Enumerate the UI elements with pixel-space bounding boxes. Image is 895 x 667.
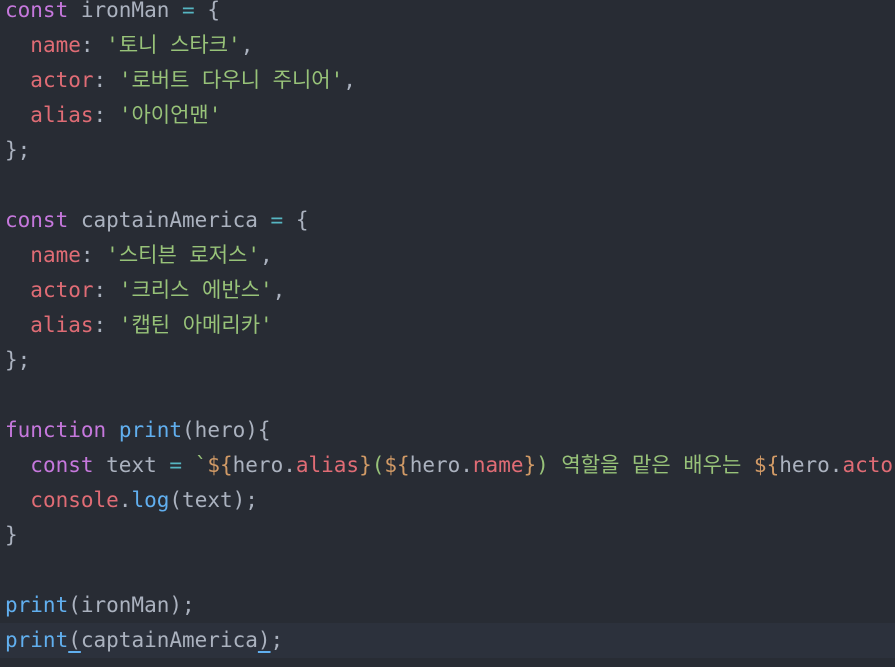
code-line-11[interactable]: }; [0,343,895,378]
dot: . [118,488,132,512]
template-var: hero. [232,453,296,477]
template-string: ) 역할을 맡은 배우는 [536,453,754,477]
code-line-8[interactable]: name: '스티븐 로저스', [0,238,895,273]
string-literal: '캡틴 아메리카' [118,313,273,337]
string-literal: '토니 스타크' [106,33,241,57]
string-literal: '로버트 다우니 주니어' [118,68,344,92]
code-line-4[interactable]: alias: '아이언맨' [0,98,895,133]
identifier: text [93,453,170,477]
colon: : [93,103,119,127]
code-line-13[interactable]: function print(hero){ [0,413,895,448]
operator: = [182,0,195,22]
code-line-16[interactable]: } [0,518,895,553]
template-backtick: ` [194,453,208,477]
colon: : [80,243,107,267]
keyword-const: const [5,0,69,22]
code-line-1[interactable]: const ironMan = { [0,0,895,28]
keyword-function: function [5,418,107,442]
code-line-15[interactable]: console.log(text); [0,483,895,518]
colon: : [93,313,119,337]
template-close: } [523,453,537,477]
bracket-match-open: ( [68,628,81,652]
code-line-3[interactable]: actor: '로버트 다우니 주니어', [0,63,895,98]
code-line-18[interactable]: print(ironMan); [0,588,895,623]
template-prop: actor [842,453,895,477]
punctuation: { [283,208,309,232]
identifier: ironMan [68,0,183,22]
call-arg: captainAmerica [80,628,258,652]
code-line-2[interactable]: name: '토니 스타크', [0,28,895,63]
template-var: hero. [779,453,843,477]
punctuation: { [194,0,220,22]
params: (hero){ [182,418,271,442]
closing-brace: } [5,523,18,547]
template-prop: name [472,453,524,477]
property-key: alias [30,313,94,337]
call-args: (text); [169,488,258,512]
string-literal: '스티븐 로저스' [106,243,261,267]
bracket-match-close: ) [257,628,271,652]
comma: , [272,278,286,302]
property-key: actor [30,68,94,92]
function-call: print [5,593,69,617]
closing-brace: }; [5,348,31,372]
template-close: } [359,453,372,477]
identifier: captainAmerica [68,208,271,232]
object-name: console [30,488,119,512]
template-open: ${ [384,453,410,477]
comma: , [343,68,356,92]
function-name: print [118,418,183,442]
code-line-14[interactable]: const text = `${hero.alias}(${hero.name}… [0,448,895,483]
template-prop: alias [295,453,360,477]
closing-brace: }; [5,138,31,162]
template-open: ${ [753,453,780,477]
property-key: alias [30,103,94,127]
code-line-10[interactable]: alias: '캡틴 아메리카' [0,308,895,343]
code-line-7[interactable]: const captainAmerica = { [0,203,895,238]
string-literal: '아이언맨' [118,103,222,127]
property-key: actor [30,278,94,302]
code-editor[interactable]: const ironMan = { name: '토니 스타크', actor:… [0,0,895,667]
keyword-const: const [30,453,94,477]
function-call: print [5,628,69,652]
code-line-9[interactable]: actor: '크리스 에반스', [0,273,895,308]
operator: = [270,208,284,232]
property-key: name [30,243,81,267]
template-open: ${ [207,453,233,477]
colon: : [93,68,119,92]
keyword-const: const [5,208,69,232]
operator: = [169,453,183,477]
template-string: ( [371,453,385,477]
colon: : [93,278,119,302]
call-args: (ironMan); [68,593,195,617]
colon: : [80,33,107,57]
template-var: hero. [409,453,473,477]
comma: , [260,243,273,267]
code-line-5[interactable]: }; [0,133,895,168]
property-key: name [30,33,81,57]
semicolon: ; [270,628,284,652]
method-name: log [131,488,170,512]
code-line-19-active[interactable]: print(captainAmerica); [0,623,895,658]
comma: , [240,33,254,57]
string-literal: '크리스 에반스' [118,278,273,302]
